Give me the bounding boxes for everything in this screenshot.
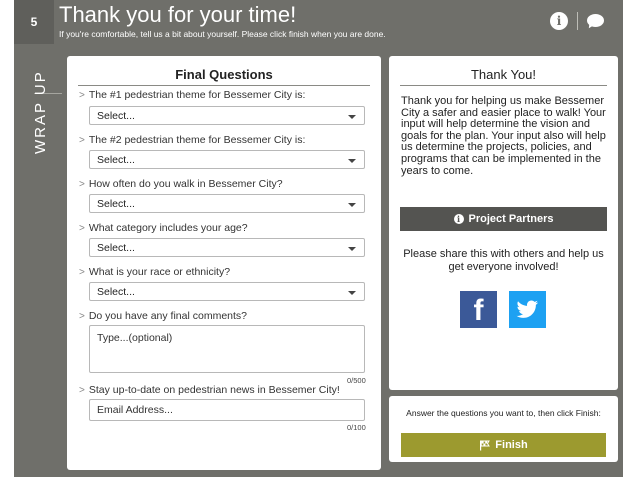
question-label: > How often do you walk in Bessemer City? — [79, 178, 283, 190]
chevron-down-icon — [348, 291, 356, 295]
chevron-down-icon — [348, 203, 356, 207]
step-number: 5 — [14, 0, 54, 44]
title-rule — [400, 85, 607, 86]
thank-you-message: Thank you for helping us make Bessemer C… — [401, 95, 606, 177]
race-ethnicity-select[interactable]: Select... — [89, 282, 365, 301]
final-questions-panel: Final Questions > The #1 pedestrian theme… — [67, 56, 381, 470]
chevron-down-icon — [348, 247, 356, 251]
info-icon[interactable]: i — [550, 12, 568, 30]
question-label: > The #1 pedestrian theme for Bessemer Ci… — [79, 89, 306, 101]
question-label: > The #2 pedestrian theme for Bessemer Ci… — [79, 134, 306, 146]
email-field[interactable]: Email Address... — [89, 399, 365, 421]
thank-you-panel: Thank You! Thank you for helping us make… — [389, 56, 618, 390]
final-questions-title: Final Questions — [175, 67, 273, 82]
question-label: > What category includes your age? — [79, 222, 248, 234]
info-icon: i — [453, 214, 464, 224]
question-label: > Do you have any final comments? — [79, 310, 248, 322]
title-rule — [78, 85, 370, 86]
theme-1-select[interactable]: Select... — [89, 106, 365, 125]
age-select[interactable]: Select... — [89, 238, 365, 257]
page-title: Thank you for your time! — [59, 2, 297, 27]
question-label: > Stay up-to-date on pedestrian news in B… — [79, 384, 340, 396]
finish-instructions: Answer the questions you want to, then c… — [406, 408, 601, 418]
page-subtitle: If you're comfortable, tell us a bit abo… — [59, 29, 386, 39]
email-counter: 0/100 — [347, 423, 366, 432]
question-label: > What is your race or ethnicity? — [79, 266, 231, 278]
chevron-down-icon — [348, 115, 356, 119]
walk-frequency-select[interactable]: Select... — [89, 194, 365, 213]
twitter-icon[interactable] — [509, 291, 546, 328]
sidebar: WRAP UP — [14, 44, 62, 477]
thank-you-title: Thank You! — [470, 67, 537, 82]
finish-panel: Answer the questions you want to, then c… — [389, 396, 618, 462]
finish-button[interactable]: Finish — [401, 433, 606, 457]
comments-counter: 0/500 — [347, 376, 366, 385]
comments-textarea[interactable]: Type...(optional) — [89, 325, 365, 373]
flag-icon — [480, 440, 491, 450]
chevron-down-icon — [348, 159, 356, 163]
sidebar-section-label: WRAP UP — [32, 70, 49, 154]
chat-icon[interactable] — [587, 14, 605, 30]
header-divider — [577, 12, 578, 30]
theme-2-select[interactable]: Select... — [89, 150, 365, 169]
project-partners-button[interactable]: i Project Partners — [400, 207, 607, 231]
facebook-icon[interactable]: f — [460, 291, 497, 328]
share-text: Please share this with others and help u… — [403, 248, 604, 273]
header-actions: i — [550, 12, 605, 30]
